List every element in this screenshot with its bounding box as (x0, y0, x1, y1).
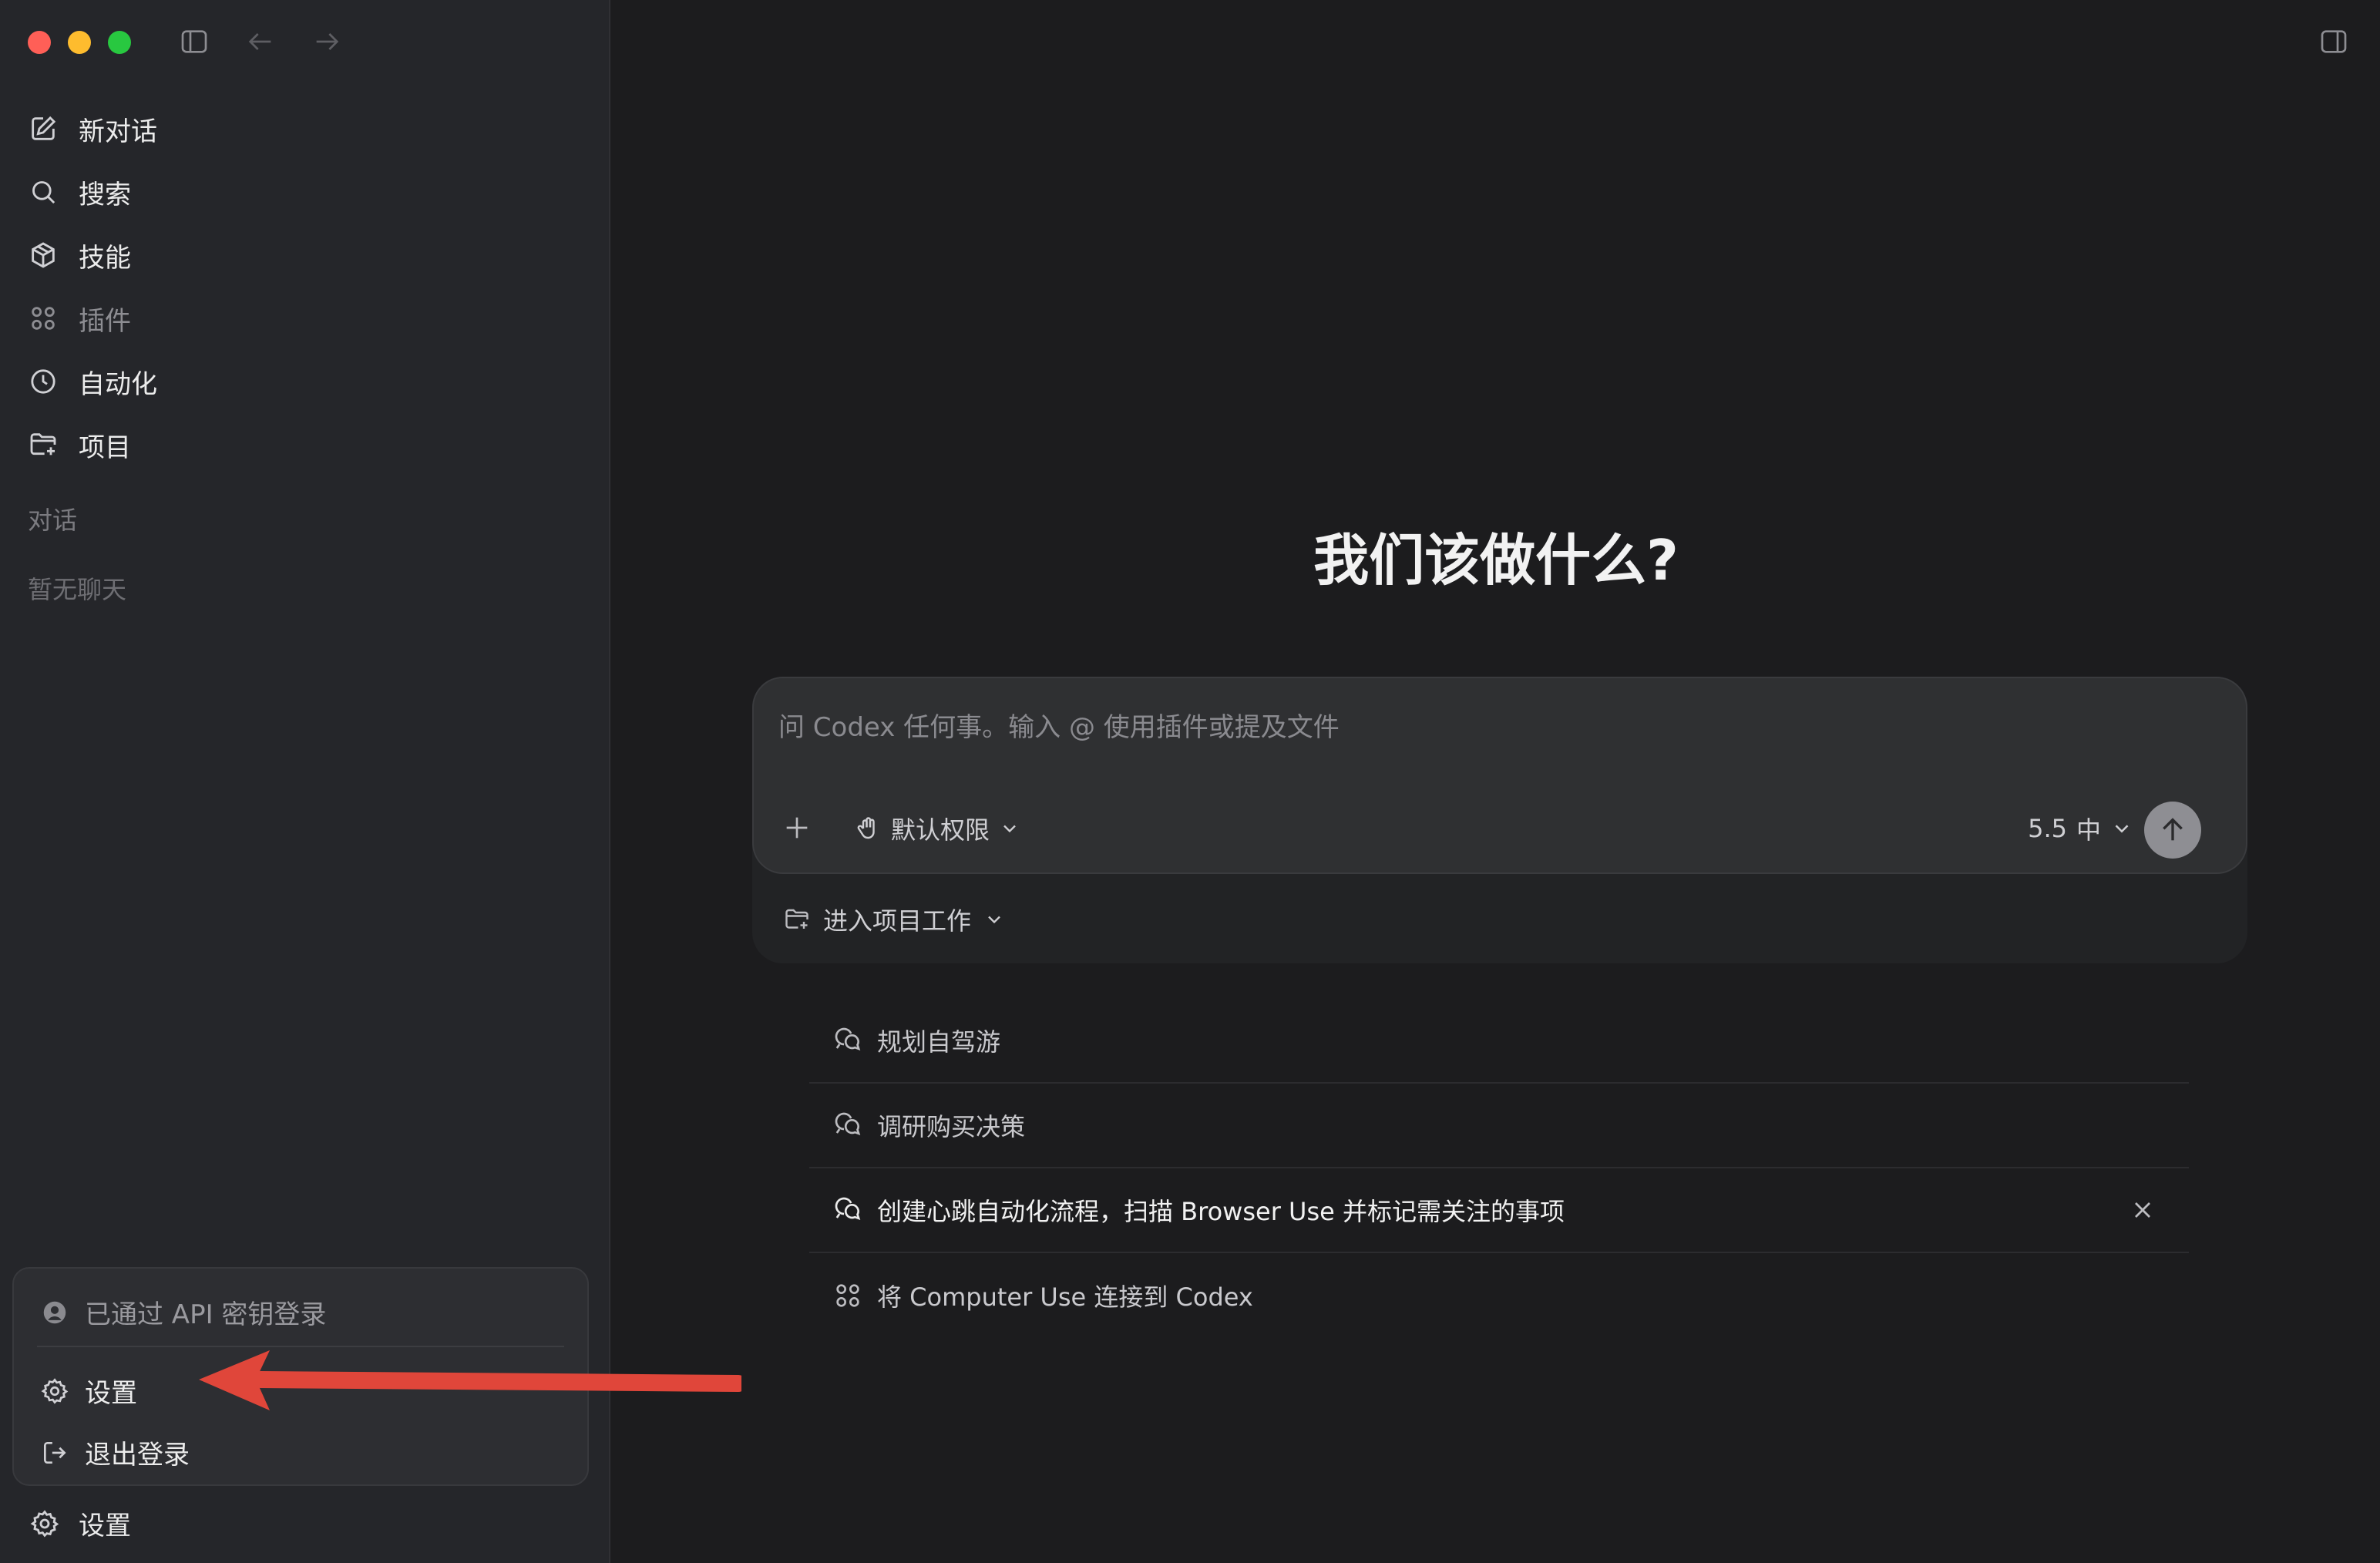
settings-button[interactable]: 设置 (29, 1504, 131, 1542)
effort-level: 中 (2076, 815, 2101, 845)
sidebar: 新对话 搜索 技能 插件 自动化 项目 对话 暂无聊天 已通过 API 密钥登录 (0, 0, 610, 1563)
add-attachment-icon[interactable] (782, 812, 812, 843)
hand-icon (857, 817, 875, 839)
model-version: 5.5 (2028, 814, 2067, 843)
nav-item-plugins[interactable]: 插件 (26, 287, 581, 350)
arrow-up-icon (2163, 818, 2183, 841)
forward-arrow-icon[interactable] (311, 26, 342, 57)
chat-bubbles-icon (835, 1027, 861, 1050)
nav-item-label: 新对话 (79, 116, 157, 147)
menu-item-label: 退出登录 (85, 1440, 190, 1471)
cube-icon (32, 242, 55, 268)
nav-item-label: 插件 (79, 305, 131, 337)
gear-icon (30, 1509, 59, 1538)
nav-item-projects[interactable]: 项目 (26, 413, 581, 476)
login-status: 已通过 API 密钥登录 (40, 1293, 326, 1331)
folder-add-icon (785, 909, 808, 929)
empty-chats-label: 暂无聊天 (28, 575, 127, 604)
prompt-input[interactable]: 问 Codex 任何事。输入 @ 使用插件或提及文件 (778, 706, 1340, 744)
nav-item-label: 搜索 (79, 179, 131, 210)
close-window-button[interactable] (28, 31, 51, 54)
composer-container: 问 Codex 任何事。输入 @ 使用插件或提及文件 默认权限 5.5 中 进入… (752, 677, 2247, 963)
nav-item-automation[interactable]: 自动化 (26, 350, 581, 413)
nav-item-skills[interactable]: 技能 (26, 224, 581, 287)
menu-item-logout[interactable]: 退出登录 (40, 1434, 190, 1471)
annotation-arrow-icon (199, 1350, 741, 1410)
permission-dropdown[interactable]: 默认权限 (854, 811, 1020, 846)
sidebar-toggle-icon[interactable] (179, 26, 210, 57)
suggestion-item[interactable]: 调研购买决策 (809, 1084, 2189, 1168)
chevron-down-icon (988, 916, 1000, 924)
panel-toggle-icon[interactable] (2318, 26, 2349, 57)
page-title: 我们该做什么? (1313, 528, 1679, 593)
menu-divider (37, 1346, 564, 1347)
nav-item-label: 项目 (79, 432, 131, 463)
minimize-window-button[interactable] (68, 31, 91, 54)
back-arrow-icon[interactable] (245, 26, 276, 57)
zoom-window-button[interactable] (108, 31, 131, 54)
clock-icon (31, 369, 55, 394)
suggestion-item[interactable]: 创建心跳自动化流程，扫描 Browser Use 并标记需关注的事项 (809, 1168, 2189, 1253)
nav-item-label: 技能 (79, 242, 131, 274)
conversations-section-label: 对话 (28, 506, 78, 535)
menu-item-label: 设置 (85, 1378, 137, 1409)
nav-item-label: 自动化 (79, 368, 157, 400)
login-status-text: 已通过 API 密钥登录 (85, 1299, 327, 1330)
suggestion-item[interactable]: 将 Computer Use 连接到 Codex (809, 1253, 2189, 1338)
composer[interactable]: 问 Codex 任何事。输入 @ 使用插件或提及文件 默认权限 5.5 中 (752, 677, 2247, 874)
toolbar (179, 26, 342, 57)
search-icon (32, 181, 55, 204)
logout-icon (43, 1441, 66, 1464)
suggestion-label: 调研购买决策 (877, 1112, 1026, 1141)
nav-item-search[interactable]: 搜索 (26, 160, 581, 224)
chat-bubbles-icon (835, 1197, 861, 1220)
edit-icon (32, 116, 56, 140)
send-button[interactable] (2144, 802, 2201, 859)
suggestion-label: 创建心跳自动化流程，扫描 Browser Use 并标记需关注的事项 (877, 1197, 1565, 1226)
suggestion-label: 规划自驾游 (877, 1027, 1001, 1057)
permission-label: 默认权限 (891, 815, 990, 845)
suggestion-item[interactable]: 规划自驾游 (809, 999, 2189, 1084)
menu-item-settings[interactable]: 设置 (40, 1372, 137, 1410)
project-dropdown[interactable]: 进入项目工作 (783, 902, 1005, 937)
chat-bubbles-icon (835, 1112, 861, 1135)
folder-add-icon (30, 433, 56, 455)
chevron-down-icon (2115, 825, 2129, 833)
model-dropdown[interactable]: 5.5 中 (2028, 811, 2133, 846)
close-icon[interactable] (2129, 1196, 2156, 1224)
gear-icon (41, 1377, 69, 1404)
suggestion-list: 规划自驾游 调研购买决策 创建心跳自动化流程，扫描 Browser Use 并标… (809, 999, 2189, 1338)
user-icon (43, 1301, 66, 1323)
chevron-down-icon (1003, 825, 1016, 833)
project-label: 进入项目工作 (823, 906, 972, 936)
grid-icon (836, 1284, 859, 1307)
settings-label: 设置 (79, 1511, 131, 1541)
main-panel: 我们该做什么? 问 Codex 任何事。输入 @ 使用插件或提及文件 默认权限 … (612, 0, 2380, 1563)
nav-item-new-chat[interactable]: 新对话 (26, 97, 581, 160)
sidebar-nav: 新对话 搜索 技能 插件 自动化 项目 (26, 97, 581, 476)
suggestion-label: 将 Computer Use 连接到 Codex (877, 1282, 1253, 1312)
grid-icon (32, 307, 55, 330)
window-controls (28, 31, 131, 54)
